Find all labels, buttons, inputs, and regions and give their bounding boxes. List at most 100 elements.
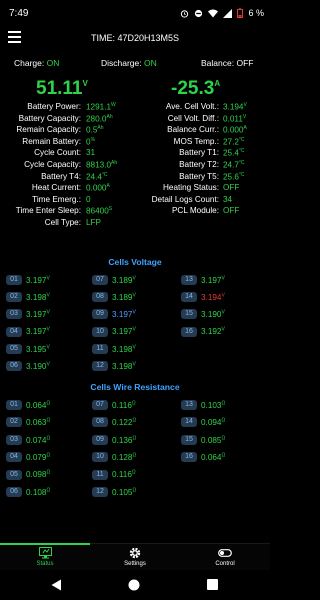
- parameter-label: Time Emerg.:: [32, 194, 81, 204]
- cell-unit: V: [132, 343, 136, 350]
- parameter-row: Time Enter Sleep: 86400S PCL Module: OFF: [0, 206, 270, 218]
- parameter-row: Heat Current: 0.000A Heating Status: OFF: [0, 183, 270, 195]
- parameter-unit: Ah: [97, 125, 104, 132]
- alarm-icon: [181, 9, 189, 18]
- parameter-row: Remain Battery: 0% MOS Temp.: 27.2°C: [0, 137, 270, 149]
- cell-resistance-item: 03 0.074Ω: [6, 434, 51, 445]
- cell-unit: Ω: [221, 452, 226, 459]
- cell-number-badge: 10: [92, 326, 108, 337]
- cell-number-badge: 16: [181, 326, 197, 337]
- cell-value: 3.197V: [201, 275, 225, 285]
- cell-value: 3.189V: [112, 292, 136, 302]
- parameter-unit: Ah: [106, 113, 113, 120]
- parameter-label: Cycle Capacity:: [24, 159, 81, 169]
- home-icon[interactable]: [128, 579, 140, 591]
- parameter-row: Battery T4: 24.4°C Battery T5: 25.6°C: [0, 172, 270, 184]
- cell-number-badge: 03: [6, 309, 22, 320]
- cell-unit: V: [132, 326, 136, 333]
- back-icon[interactable]: [51, 579, 62, 591]
- parameter-unit: Ah: [111, 159, 118, 166]
- cell-value: 0.108Ω: [26, 487, 51, 497]
- parameter-unit: A: [243, 125, 247, 132]
- total-voltage: 51.11V: [36, 78, 88, 99]
- cell-value: 3.194V: [201, 292, 225, 302]
- recents-icon[interactable]: [207, 579, 218, 590]
- cell-resistance-item: 08 0.122Ω: [92, 417, 136, 428]
- cell-voltage-item: 13 3.197V: [181, 275, 225, 285]
- cell-value: 3.197V: [112, 309, 136, 320]
- parameter-value: 27.2°C: [223, 136, 245, 147]
- cell-voltage-item: 11 3.198V: [92, 343, 136, 354]
- cell-number-badge: 04: [6, 326, 22, 337]
- status-icon: [38, 547, 52, 559]
- cell-value: 3.197V: [26, 309, 50, 320]
- cell-number-badge: 07: [92, 275, 108, 285]
- cell-resistance-item: 13 0.103Ω: [181, 400, 225, 410]
- parameter-value: 3.194V: [223, 102, 247, 112]
- parameter-label: Heat Current:: [31, 183, 81, 193]
- cell-number-badge: 03: [6, 434, 22, 445]
- parameter-list: Battery Power: 1291.1W Ave. Cell Volt.: 3.1…: [0, 102, 270, 230]
- parameter-label: Battery Power:: [27, 102, 81, 111]
- cell-number-badge: 13: [181, 400, 197, 410]
- parameter-value: OFF: [223, 206, 240, 216]
- cell-resistance-item: 04 0.079Ω: [6, 452, 51, 463]
- wifi-icon: [208, 9, 219, 17]
- cell-unit: Ω: [132, 487, 137, 493]
- cell-value: 3.192V: [201, 326, 225, 337]
- gear-icon: [129, 547, 141, 559]
- parameter-label: Cycle Count:: [34, 148, 81, 158]
- parameter-value: 1291.1W: [86, 102, 116, 112]
- parameter-label: Ave. Cell Volt.:: [165, 102, 219, 111]
- parameter-label: MOS Temp.:: [173, 136, 219, 146]
- cell-value: 3.195V: [26, 343, 50, 354]
- cells-resistance-title: Cells Wire Resistance: [90, 382, 180, 392]
- parameter-unit: °C: [238, 136, 245, 143]
- parameter-unit: S: [108, 206, 113, 213]
- cell-number-badge: 13: [181, 275, 197, 285]
- cell-number-badge: 08: [92, 292, 108, 303]
- cell-value: 0.074Ω: [26, 434, 51, 445]
- cell-number-badge: 11: [92, 343, 108, 354]
- parameter-row: Cell Type: LFP: [0, 218, 270, 230]
- signal-icon: [223, 8, 233, 18]
- cell-value: 3.197V: [112, 326, 136, 337]
- cell-number-badge: 07: [92, 400, 108, 410]
- cell-resistance-item: 12 0.105Ω: [92, 487, 136, 497]
- cell-unit: Ω: [46, 469, 51, 476]
- cell-number-badge: 09: [92, 434, 108, 445]
- cell-number-badge: 01: [6, 400, 22, 410]
- cell-resistance-item: 07 0.116Ω: [92, 400, 136, 410]
- cell-unit: V: [221, 326, 225, 333]
- battery-low-icon: [237, 8, 244, 18]
- cell-resistance-item: 05 0.098Ω: [6, 469, 51, 480]
- cell-number-badge: 16: [181, 452, 197, 463]
- cell-unit: V: [46, 343, 50, 350]
- cell-number-badge: 09: [92, 309, 108, 320]
- cell-voltage-item: 12 3.198V: [92, 361, 136, 371]
- parameter-unit: °C: [238, 171, 245, 178]
- cell-unit: V: [46, 326, 50, 333]
- nav-status[interactable]: Status: [0, 547, 90, 567]
- nav-control[interactable]: Control: [180, 547, 270, 567]
- cell-resistance-item: 14 0.094Ω: [181, 417, 225, 428]
- cell-number-badge: 15: [181, 434, 197, 445]
- parameter-row: Time Emerg.: 0 Detail Logs Count: 34: [0, 195, 270, 207]
- parameter-label: Remain Battery:: [22, 136, 81, 146]
- parameter-unit: °C: [238, 148, 245, 155]
- cell-number-badge: 05: [6, 343, 22, 354]
- app-bar: TIME: 47D20H13M5S: [0, 26, 270, 50]
- parameter-unit: A: [106, 183, 110, 190]
- cell-value: 3.198V: [112, 361, 136, 371]
- parameter-unit: W: [111, 102, 116, 108]
- cell-unit: V: [221, 292, 225, 299]
- parameter-value: LFP: [86, 217, 102, 227]
- cell-value: 3.190V: [26, 361, 50, 371]
- parameter-row: Battery Power: 1291.1W Ave. Cell Volt.: 3.1…: [0, 102, 270, 114]
- parameter-label: Battery T1:: [179, 148, 219, 158]
- nav-settings[interactable]: Settings: [90, 547, 180, 567]
- cell-value: 0.063Ω: [26, 417, 51, 428]
- cell-value: 0.085Ω: [201, 434, 226, 445]
- cell-unit: Ω: [46, 452, 51, 459]
- cell-number-badge: 04: [6, 452, 22, 463]
